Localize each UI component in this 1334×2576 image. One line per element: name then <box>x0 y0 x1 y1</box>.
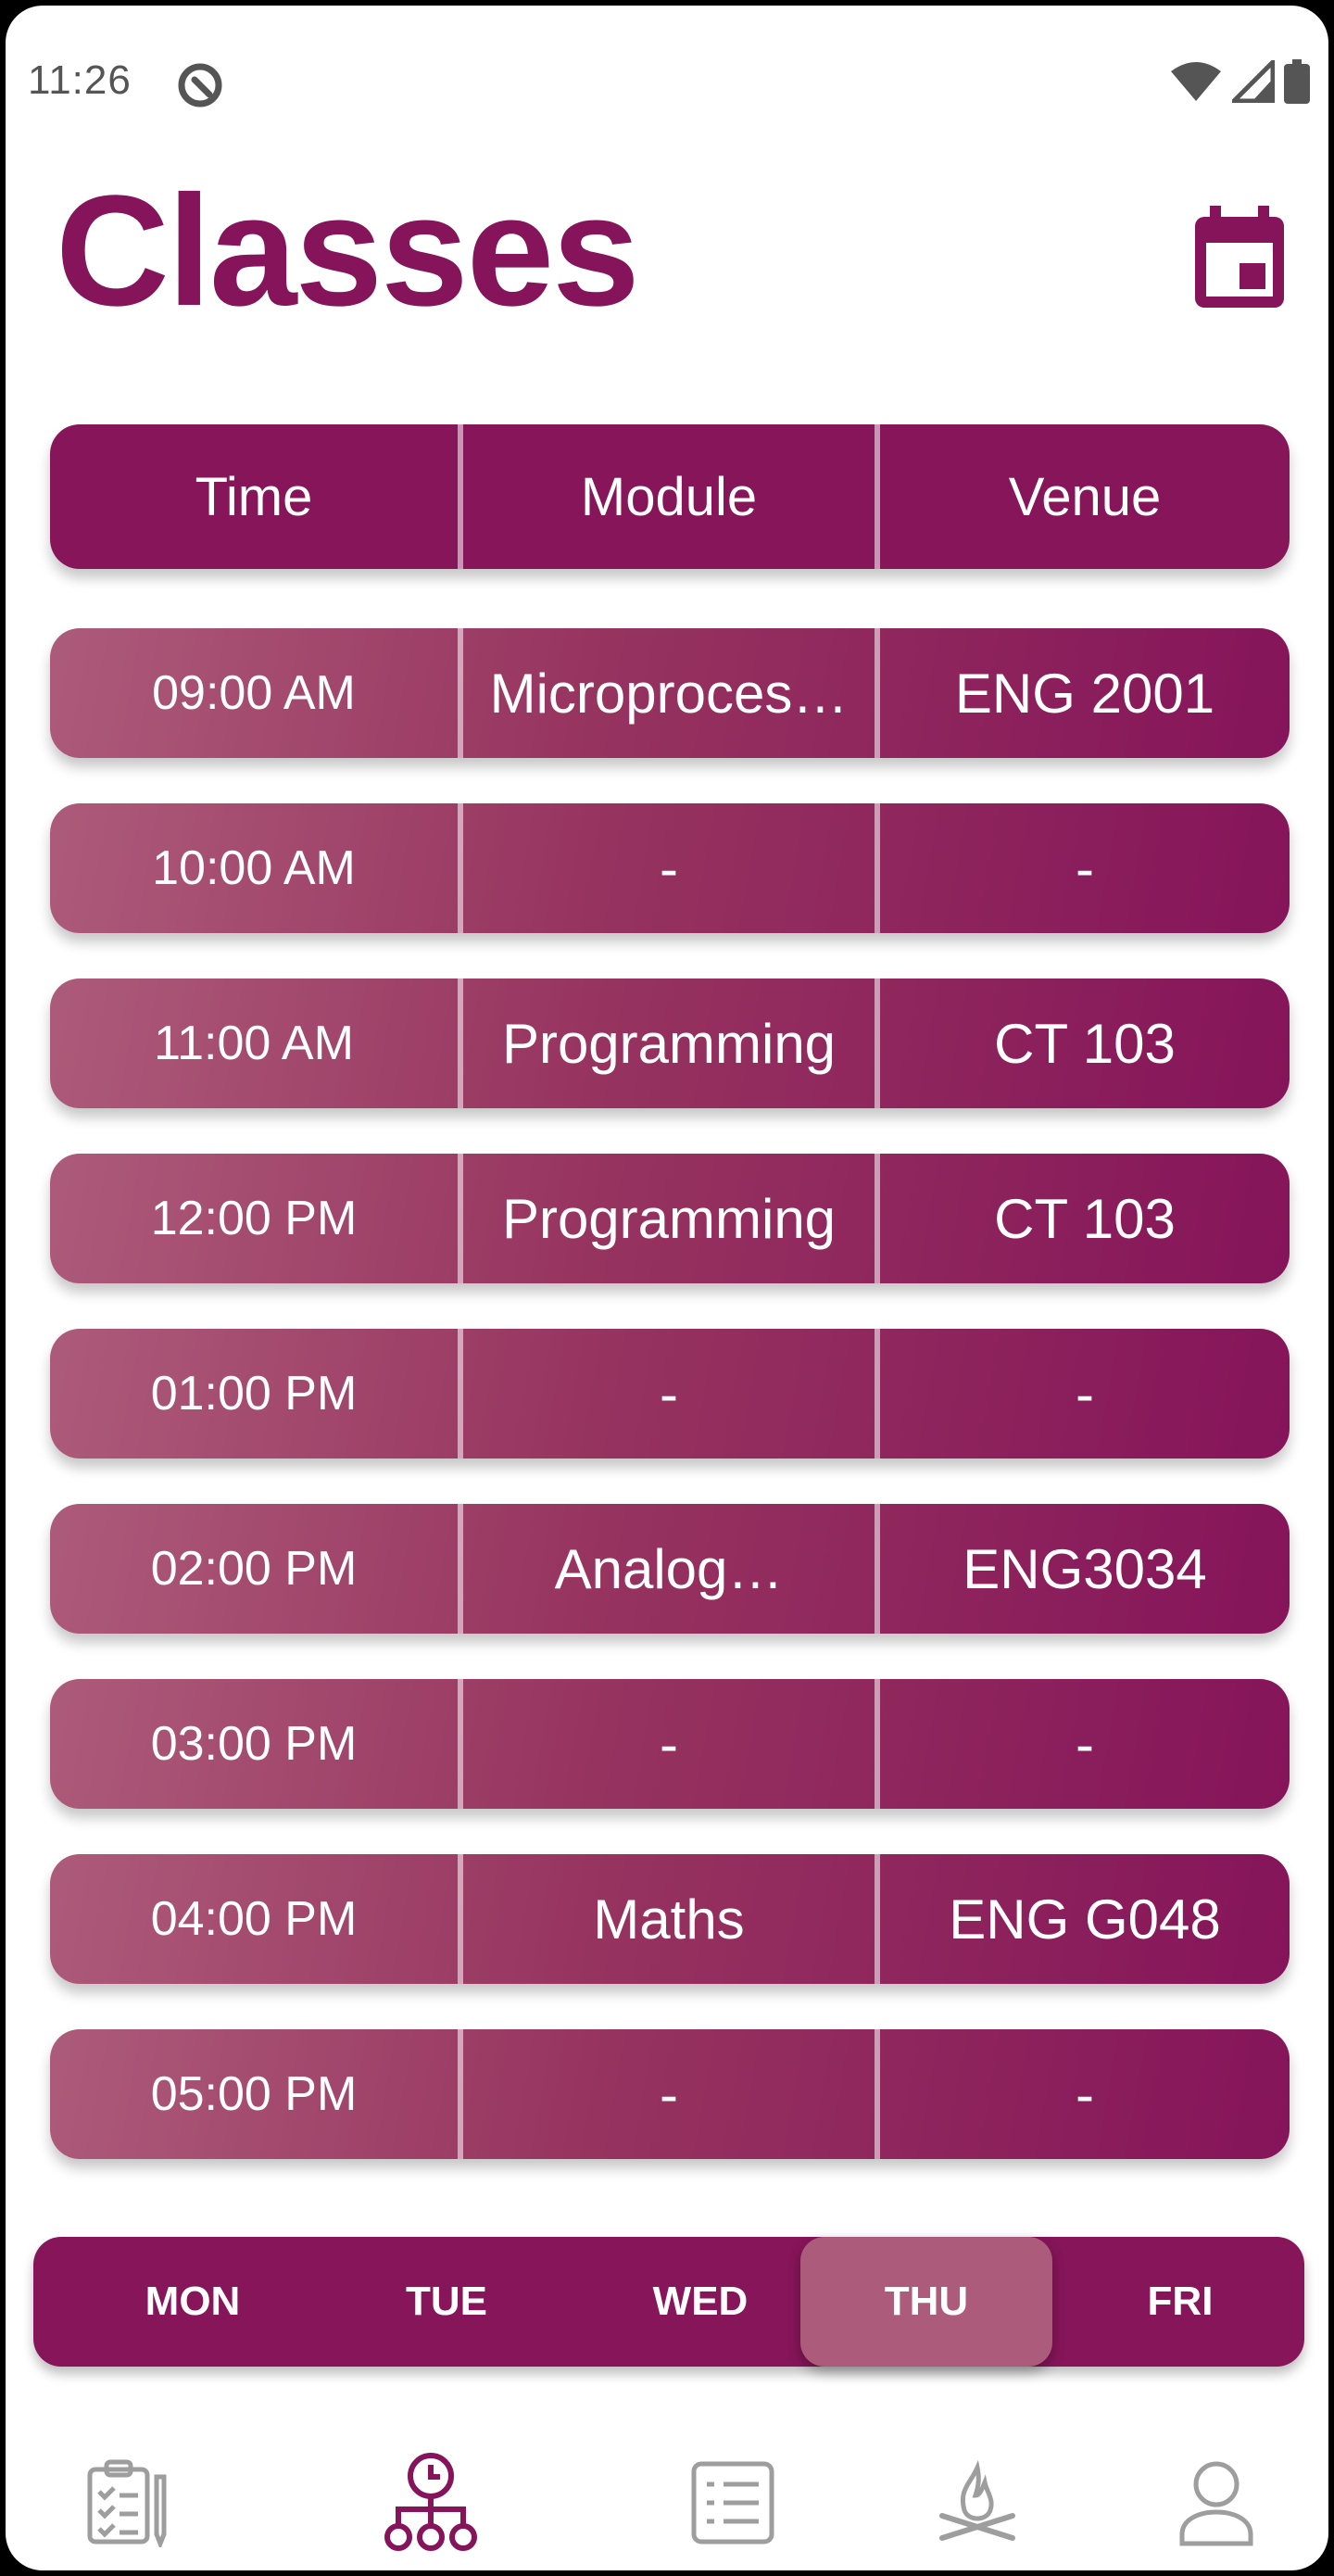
row-module-cell: Programming <box>458 1154 875 1283</box>
row-venue-cell: - <box>875 1679 1290 1809</box>
column-header-module: Module <box>458 424 875 569</box>
row-time-cell: 05:00 PM <box>150 2067 358 2121</box>
table-row[interactable]: 02:00 PM Analog… ENG3034 <box>50 1504 1290 1634</box>
row-venue-cell: - <box>875 2029 1290 2159</box>
nav-profile[interactable] <box>1165 2452 1267 2554</box>
row-module-cell: - <box>458 2029 875 2159</box>
campfire-icon <box>939 2459 1015 2541</box>
table-row[interactable]: 03:00 PM - - <box>50 1679 1290 1809</box>
table-row[interactable]: 01:00 PM - - <box>50 1329 1290 1458</box>
row-venue-cell: ENG 2001 <box>875 628 1290 758</box>
table-row[interactable]: 04:00 PM Maths ENG G048 <box>50 1854 1290 1984</box>
row-venue-cell: CT 103 <box>875 1154 1290 1283</box>
notification-app-icon <box>176 61 224 109</box>
status-time: 11:26 <box>28 57 132 103</box>
row-module-cell: - <box>458 1329 875 1458</box>
table-row[interactable]: 09:00 AM Microproces… ENG 2001 <box>50 628 1290 758</box>
row-module-cell: - <box>458 1679 875 1809</box>
calendar-button[interactable] <box>1191 206 1288 311</box>
page-title: Classes <box>56 163 640 339</box>
row-time-cell: 09:00 AM <box>152 666 356 720</box>
row-time-cell: 10:00 AM <box>152 841 356 895</box>
row-module-cell: Microproces… <box>458 628 875 758</box>
day-selector: MON TUE WED THU FRI <box>33 2237 1304 2367</box>
row-time-cell: 03:00 PM <box>150 1717 358 1771</box>
row-module-cell: Maths <box>458 1854 875 1984</box>
row-venue-cell: - <box>875 1329 1290 1458</box>
list-icon <box>691 2461 774 2544</box>
row-module-cell: Analog… <box>458 1504 875 1634</box>
cellular-signal-icon <box>1227 56 1276 107</box>
row-venue-cell: - <box>875 803 1290 933</box>
app-screen: 11:26 Classes Time Module Venue 09:00 AM… <box>6 6 1328 2570</box>
nav-tasks[interactable] <box>76 2452 178 2554</box>
battery-icon <box>1284 59 1310 108</box>
calendar-icon <box>1195 206 1284 308</box>
row-venue-cell: CT 103 <box>875 979 1290 1108</box>
day-tab-fri[interactable]: FRI <box>1054 2237 1306 2367</box>
row-module-cell: - <box>458 803 875 933</box>
column-header-venue: Venue <box>875 424 1290 569</box>
row-time-cell: 12:00 PM <box>150 1192 358 1245</box>
nav-list[interactable] <box>682 2452 784 2554</box>
table-row[interactable]: 05:00 PM - - <box>50 2029 1290 2159</box>
day-tab-mon[interactable]: MON <box>67 2237 319 2367</box>
status-bar: 11:26 <box>6 6 1328 145</box>
row-venue-cell: ENG G048 <box>875 1854 1290 1984</box>
row-time-cell: 04:00 PM <box>150 1892 358 1946</box>
table-header: Time Module Venue <box>50 424 1290 569</box>
column-header-time: Time <box>195 466 313 527</box>
clipboard-checklist-icon <box>87 2459 167 2547</box>
row-time-cell: 11:00 AM <box>154 1017 354 1070</box>
row-time-cell: 01:00 PM <box>150 1367 358 1421</box>
row-venue-cell: ENG3034 <box>875 1504 1290 1634</box>
row-module-cell: Programming <box>458 979 875 1108</box>
day-tab-tue[interactable]: TUE <box>321 2237 573 2367</box>
row-time-cell: 02:00 PM <box>150 1542 358 1596</box>
day-tab-wed[interactable]: WED <box>574 2237 826 2367</box>
schedule-hierarchy-icon <box>384 2453 477 2551</box>
wifi-icon <box>1169 60 1223 107</box>
day-tab-thu[interactable]: THU <box>800 2237 1052 2367</box>
table-row[interactable]: 11:00 AM Programming CT 103 <box>50 979 1290 1108</box>
nav-campfire[interactable] <box>926 2452 1028 2554</box>
person-icon <box>1179 2461 1253 2546</box>
table-row[interactable]: 12:00 PM Programming CT 103 <box>50 1154 1290 1283</box>
nav-schedule[interactable] <box>380 2452 482 2554</box>
bottom-navigation <box>6 2433 1328 2554</box>
table-row[interactable]: 10:00 AM - - <box>50 803 1290 933</box>
